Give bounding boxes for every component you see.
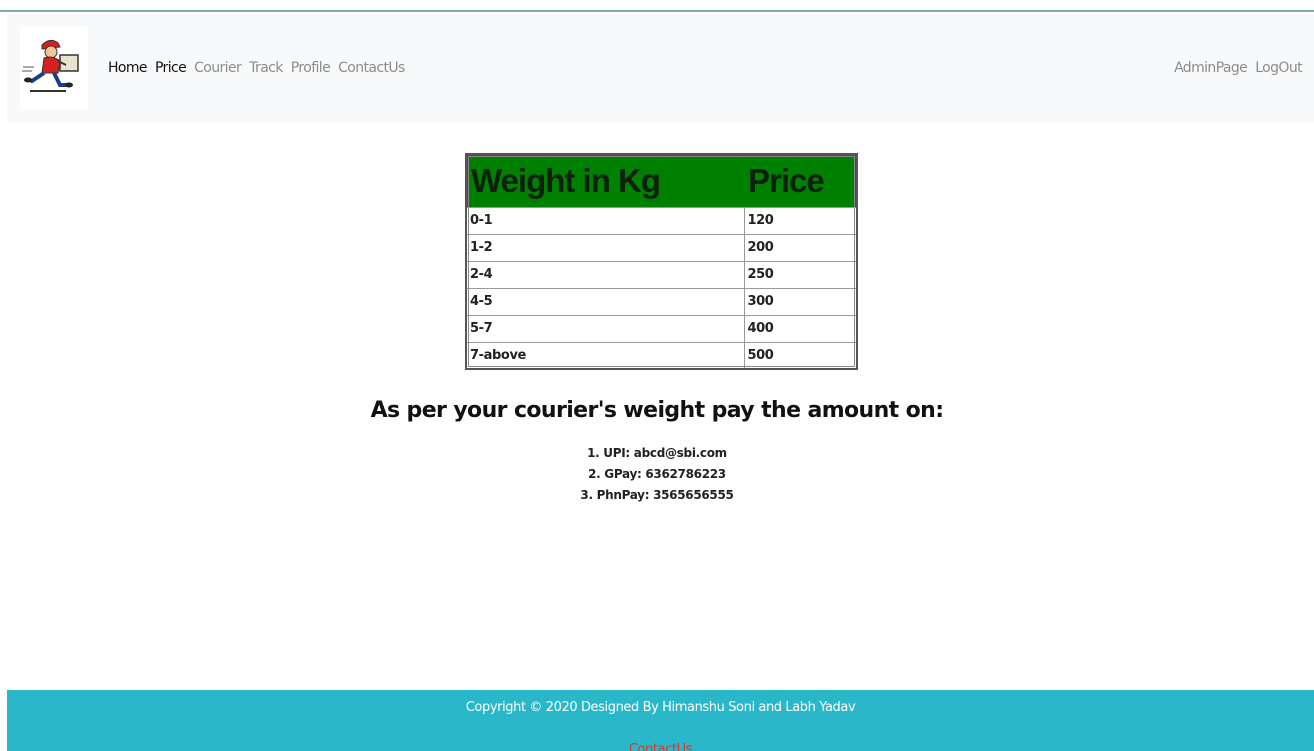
main-nav: Home Price Courier Track Profile Contact…	[108, 60, 413, 76]
weight-cell: 1-2	[465, 233, 745, 262]
user-nav: AdminPage LogOut	[1174, 60, 1303, 76]
price-cell: 200	[743, 233, 858, 262]
table-row: 5-7 400	[465, 314, 858, 343]
price-cell: 120	[743, 206, 858, 235]
table-row: 1-2 200	[465, 233, 858, 262]
weight-cell: 5-7	[465, 314, 745, 343]
nav-link-contactus[interactable]: ContactUs	[338, 60, 405, 76]
table-row: 2-4 250	[465, 260, 858, 289]
nav-link-courier[interactable]: Courier	[194, 60, 242, 76]
footer-contactus-link[interactable]: ContactUs	[7, 742, 1314, 751]
price-cell: 250	[743, 260, 858, 289]
table-row: 7-above 500	[465, 341, 858, 370]
nav-link-logout[interactable]: LogOut	[1255, 60, 1302, 76]
nav-link-price[interactable]: Price	[155, 60, 187, 76]
weight-cell: 0-1	[465, 206, 745, 235]
nav-link-track[interactable]: Track	[249, 60, 283, 76]
payment-method-gpay: 2. GPay: 6362786223	[588, 467, 726, 481]
nav-link-adminpage[interactable]: AdminPage	[1174, 60, 1248, 76]
price-cell: 500	[743, 341, 858, 370]
payment-method-upi: 1. UPI: abcd@sbi.com	[587, 446, 727, 460]
payment-methods-list: 1. UPI: abcd@sbi.com 2. GPay: 6362786223…	[0, 443, 1314, 506]
header-price: Price	[744, 154, 857, 207]
table-row: 0-1 120	[465, 206, 858, 235]
price-table: Weight in Kg Price 0-1 120 1-2 200 2-4 2…	[465, 153, 858, 370]
weight-cell: 4-5	[465, 287, 745, 316]
weight-cell: 7-above	[465, 341, 745, 370]
navbar: Home Price Courier Track Profile Contact…	[7, 14, 1314, 123]
footer: Copyright © 2020 Designed By Himanshu So…	[7, 690, 1314, 751]
table-header-row: Weight in Kg Price	[466, 154, 857, 207]
courier-delivery-man-logo[interactable]	[20, 27, 88, 109]
price-cell: 300	[743, 287, 858, 316]
nav-link-profile[interactable]: Profile	[291, 60, 331, 76]
header-weight: Weight in Kg	[466, 154, 744, 207]
footer-copyright: Copyright © 2020 Designed By Himanshu So…	[465, 700, 856, 715]
payment-heading: As per your courier's weight pay the amo…	[370, 398, 944, 423]
weight-cell: 2-4	[465, 260, 745, 289]
table-row: 4-5 300	[465, 287, 858, 316]
top-border	[0, 0, 1314, 12]
payment-method-phonepay: 3. PhnPay: 3565656555	[580, 488, 734, 502]
nav-link-home[interactable]: Home	[108, 60, 148, 76]
price-cell: 400	[743, 314, 858, 343]
